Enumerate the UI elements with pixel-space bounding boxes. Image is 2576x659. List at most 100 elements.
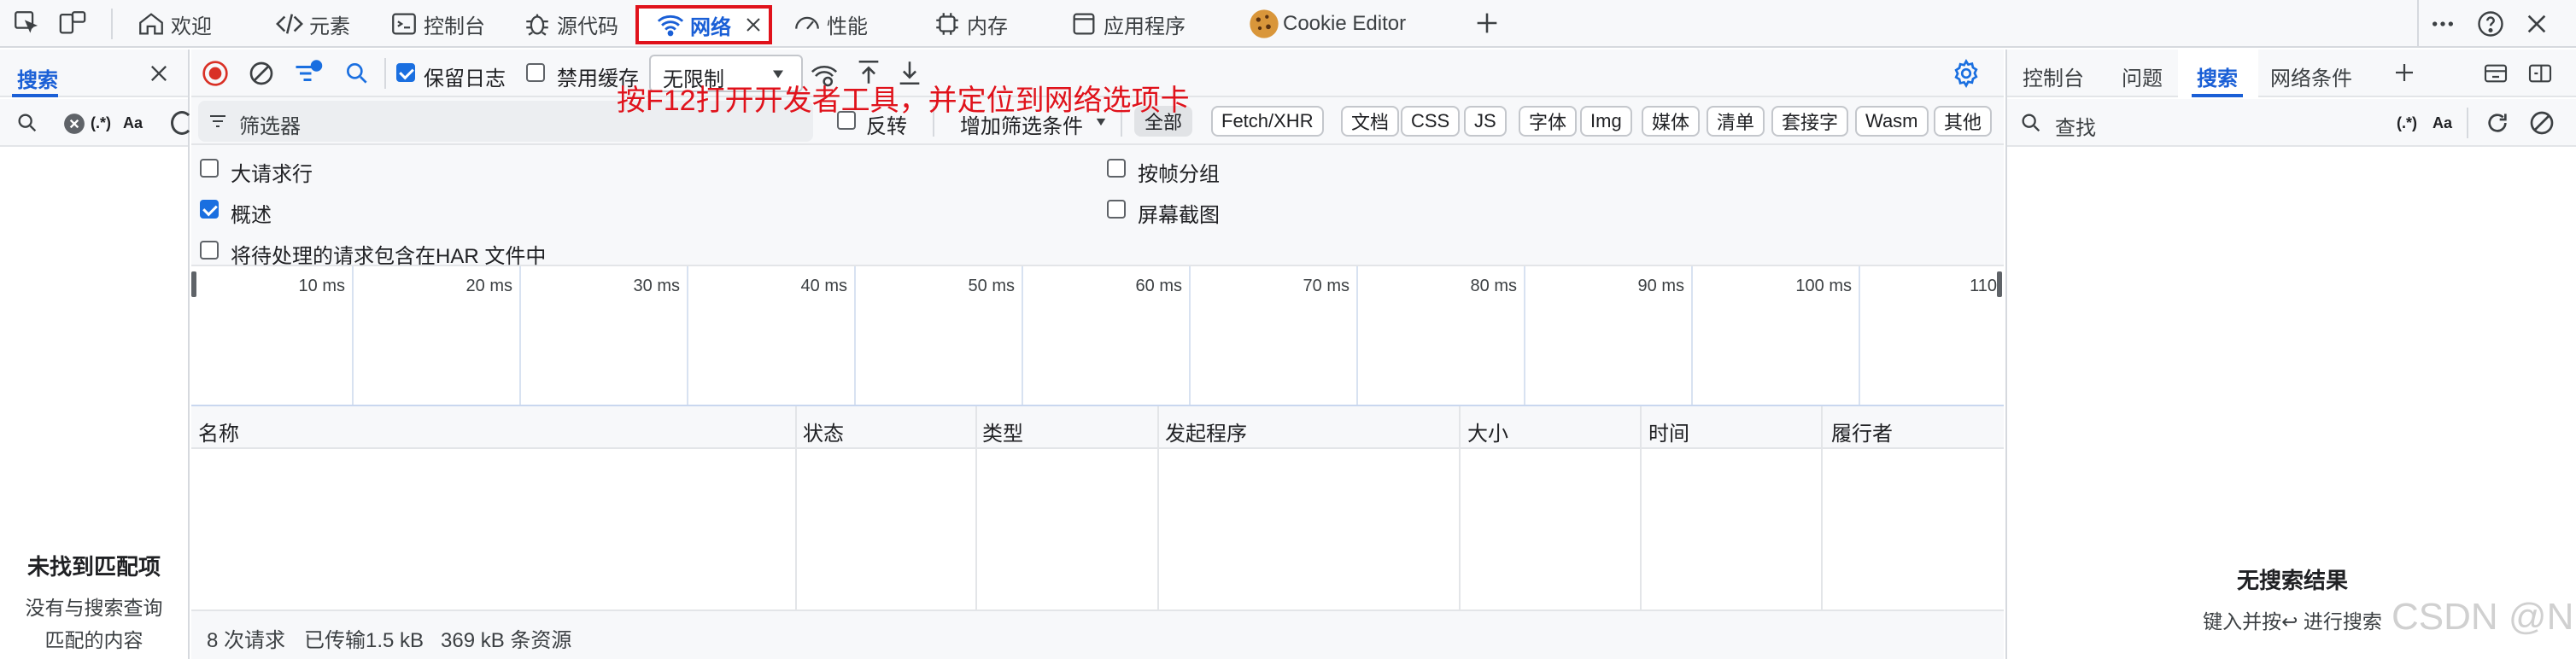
filter-type-fetch-xhr[interactable]: Fetch/XHR (1211, 106, 1324, 137)
drawer-tab-search[interactable]: 搜索 (2197, 61, 2238, 91)
device-toolbar-icon[interactable] (58, 9, 87, 38)
tab-cookie-editor[interactable]: Cookie Editor (1247, 0, 1406, 48)
left-search-tab[interactable]: 搜索 (17, 63, 58, 93)
close-tab-icon[interactable] (743, 15, 764, 35)
column-divider (1821, 406, 1823, 609)
timeline-tick-label: 40 ms (800, 277, 847, 295)
tab-sources[interactable]: 源代码 (523, 0, 618, 48)
drawer-tab-console[interactable]: 控制台 (2023, 61, 2084, 91)
timeline-overview[interactable]: 10 ms 20 ms 30 ms 40 ms 50 ms 60 ms 70 ms 80 ms… (191, 266, 2004, 406)
tab-elements[interactable]: 元素 (275, 0, 350, 48)
request-table-header: 名称 状态 类型 发起程序 大小 时间 履行者 (191, 406, 2004, 449)
regex-toggle[interactable]: (.*) (91, 114, 111, 132)
tab-memory[interactable]: 内存 (933, 0, 1008, 48)
timeline-gridline (854, 266, 856, 405)
network-settings-gear-icon[interactable] (1951, 58, 1982, 89)
filter-type-manifest[interactable]: 清单 (1707, 106, 1765, 137)
tab-elements-label: 元素 (309, 15, 350, 38)
drawer-tab-network-conditions[interactable]: 网络条件 (2270, 61, 2352, 91)
column-time[interactable]: 时间 (1648, 417, 1689, 446)
timeline-tick-label: 110 (1970, 277, 1997, 295)
left-search-panel: 搜索 (.*) Aa 未找到匹配项 没有与搜索查询 匹配的内容 (0, 50, 193, 659)
filter-type-font[interactable]: 字体 (1519, 106, 1578, 137)
column-initiator[interactable]: 发起程序 (1165, 417, 1247, 446)
active-tab-indicator (12, 94, 58, 97)
group-by-frame-checkbox[interactable] (1107, 159, 1126, 178)
move-to-top-icon[interactable] (2482, 60, 2509, 87)
drawer-search-input[interactable]: 查找 (2055, 111, 2096, 141)
clear-results-icon[interactable] (2528, 109, 2556, 137)
filter-type-js[interactable]: JS (1464, 106, 1507, 137)
column-divider (1157, 406, 1159, 609)
request-count: 8 次请求 (207, 629, 286, 652)
column-type[interactable]: 类型 (982, 417, 1023, 446)
memory-chip-icon (933, 9, 962, 38)
refresh-icon[interactable] (2484, 109, 2511, 137)
column-divider (1459, 406, 1461, 609)
no-match-desc-line2: 匹配的内容 (44, 629, 143, 651)
timeline-tick-label: 80 ms (1470, 277, 1517, 295)
help-icon[interactable] (2475, 9, 2506, 39)
filter-type-other[interactable]: 其他 (1934, 106, 1993, 137)
filter-placeholder: 筛选器 (239, 115, 301, 138)
drawer-regex-toggle[interactable]: (.*) (2397, 114, 2417, 132)
screenshots-checkbox[interactable] (1107, 200, 1126, 219)
filter-toggle-icon[interactable] (292, 58, 323, 89)
filter-type-socket[interactable]: 套接字 (1771, 106, 1849, 137)
search-icon (15, 111, 39, 135)
timeline-gridline (1691, 266, 1693, 405)
preserve-log-checkbox[interactable] (396, 63, 415, 82)
drawer-active-tab-indicator (2192, 94, 2243, 97)
timeline-gridline (1524, 266, 1525, 405)
timeline-right-handle[interactable] (1997, 271, 2002, 297)
filter-type-doc[interactable]: 文档 (1341, 106, 1400, 137)
filter-type-img[interactable]: Img (1580, 106, 1632, 137)
timeline-gridline (1022, 266, 1023, 405)
timeline-gridline (1189, 266, 1191, 405)
har-pending-checkbox[interactable] (200, 241, 219, 260)
close-panel-icon[interactable] (147, 61, 171, 85)
tab-network[interactable]: 网络 (635, 5, 772, 44)
clear-log-icon[interactable] (248, 60, 275, 87)
big-request-rows-checkbox[interactable] (200, 159, 219, 178)
close-devtools-icon[interactable] (2523, 10, 2550, 38)
add-tab-icon[interactable] (1472, 9, 1502, 38)
filter-type-wasm[interactable]: Wasm (1855, 106, 1929, 137)
big-request-rows-label: 大请求行 (231, 163, 313, 186)
timeline-gridline (352, 266, 354, 405)
disable-cache-checkbox[interactable] (526, 63, 545, 82)
timeline-tick-label: 30 ms (633, 277, 680, 295)
column-size[interactable]: 大小 (1467, 417, 1508, 446)
drawer-tab-issues[interactable]: 问题 (2122, 61, 2163, 91)
search-network-icon[interactable] (343, 60, 371, 87)
transferred-size: 已传输1.5 kB (304, 629, 424, 652)
tab-welcome[interactable]: 欢迎 (137, 0, 212, 48)
case-sensitive-toggle[interactable]: Aa (123, 114, 143, 132)
cookie-icon (1247, 7, 1281, 41)
drawer-case-toggle[interactable]: Aa (2433, 114, 2452, 132)
timeline-gridline (1356, 266, 1358, 405)
column-name[interactable]: 名称 (198, 417, 239, 446)
tab-console[interactable]: 控制台 (389, 0, 485, 48)
column-fulfilled-by[interactable]: 履行者 (1831, 417, 1893, 446)
timeline-tick-label: 100 ms (1795, 277, 1852, 295)
refresh-search-icon[interactable] (171, 111, 193, 135)
add-drawer-tab-icon[interactable] (2392, 60, 2417, 85)
timeline-tick-label: 70 ms (1303, 277, 1349, 295)
more-options-icon[interactable] (2429, 10, 2456, 38)
clear-search-icon[interactable] (63, 113, 85, 135)
inspect-element-icon[interactable] (12, 9, 41, 38)
record-icon[interactable] (202, 60, 229, 87)
devtools-tab-bar: 欢迎 元素 控制台 源代码 网络 性能 内存 应用程序 Cookie Edito… (0, 0, 2576, 48)
timeline-left-handle[interactable] (191, 271, 196, 297)
filter-lines-icon (207, 111, 229, 131)
column-status[interactable]: 状态 (803, 417, 844, 446)
network-options: 大请求行 概述 将待处理的请求包含在HAR 文件中 按帧分组 屏幕截图 (191, 145, 2004, 268)
tab-console-label: 控制台 (424, 15, 485, 38)
tab-performance[interactable]: 性能 (793, 0, 868, 48)
filter-type-css[interactable]: CSS (1401, 106, 1461, 137)
tab-application[interactable]: 应用程序 (1069, 0, 1186, 48)
filter-type-media[interactable]: 媒体 (1642, 106, 1701, 137)
dock-drawer-icon[interactable] (2526, 60, 2554, 87)
overview-checkbox[interactable] (200, 200, 219, 219)
